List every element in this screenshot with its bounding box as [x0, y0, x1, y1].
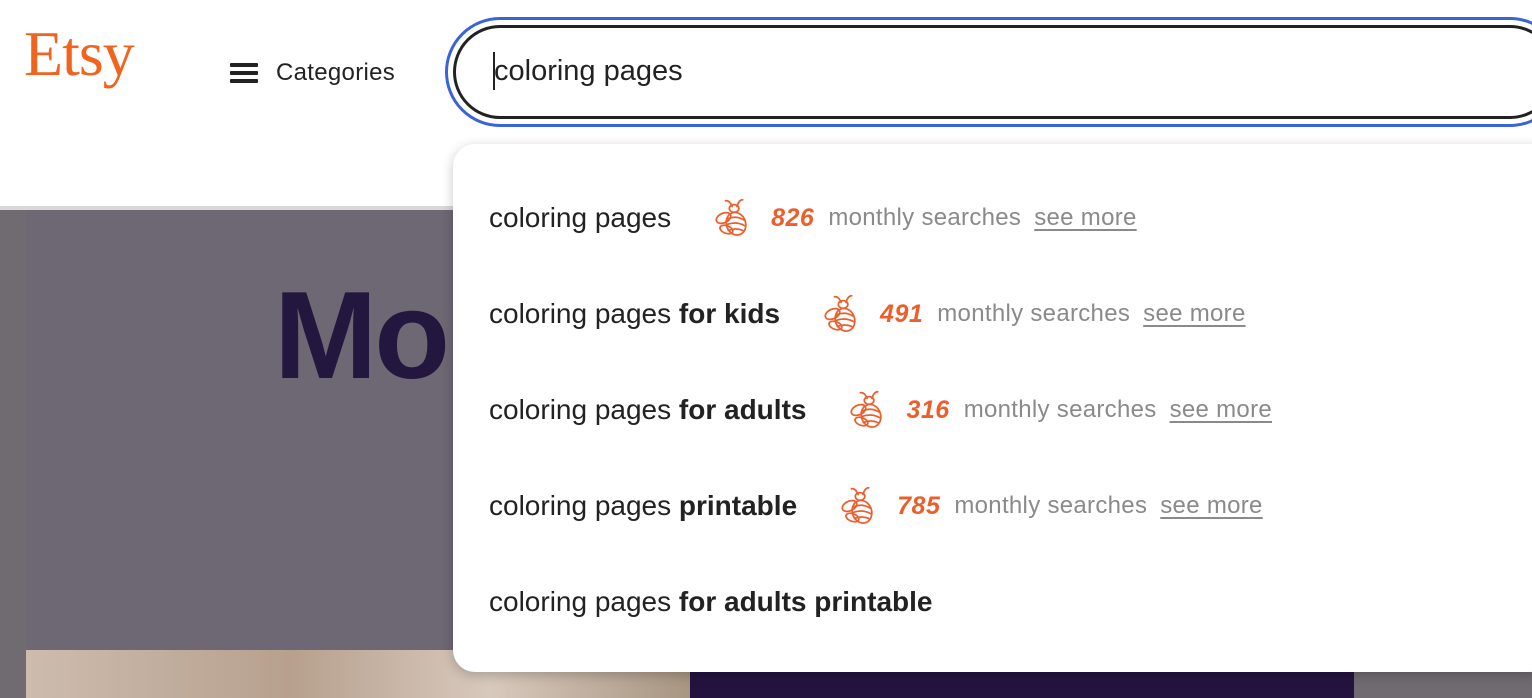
hero-heading: Mo: [274, 267, 450, 405]
page-background: [0, 210, 26, 698]
monthly-search-count: 316: [906, 395, 950, 424]
monthly-search-count: 491: [880, 299, 924, 328]
suggestion-term: coloring pages for adults: [489, 394, 807, 425]
search-suggestions-dropdown: coloring pages 826 monthly searches see …: [453, 144, 1532, 672]
suggestion-item[interactable]: coloring pages printable 785 monthly sea…: [489, 476, 1263, 536]
suggestion-item[interactable]: coloring pages for adults printable: [489, 572, 932, 632]
see-more-link[interactable]: see more: [1143, 300, 1245, 328]
monthly-search-count: 785: [897, 491, 941, 520]
bee-icon: [841, 486, 873, 524]
etsy-logo[interactable]: Etsy: [24, 22, 135, 86]
suggestion-item[interactable]: coloring pages for kids 491 monthly sear…: [489, 284, 1246, 344]
suggestion-term: coloring pages for kids: [489, 298, 781, 329]
monthly-searches-label: monthly searches: [963, 396, 1157, 423]
suggestion-term: coloring pages for adults printable: [489, 586, 933, 617]
search-input[interactable]: [494, 48, 1394, 94]
monthly-searches-label: monthly searches: [937, 300, 1131, 327]
bee-icon: [824, 294, 856, 332]
hamburger-icon: [230, 62, 258, 84]
bee-icon: [715, 198, 747, 236]
suggestion-term: coloring pages: [489, 202, 672, 233]
monthly-search-count: 826: [771, 203, 815, 232]
see-more-link[interactable]: see more: [1170, 396, 1272, 424]
search-bar: [445, 17, 1532, 127]
categories-button[interactable]: Categories: [230, 52, 395, 94]
monthly-searches-label: monthly searches: [954, 492, 1148, 519]
categories-label: Categories: [276, 59, 396, 86]
search-box: [453, 25, 1532, 119]
see-more-link[interactable]: see more: [1034, 204, 1136, 232]
bee-icon: [850, 390, 883, 428]
suggestion-item[interactable]: coloring pages for adults 316 monthly se…: [489, 380, 1272, 440]
monthly-searches-label: monthly searches: [828, 204, 1022, 231]
suggestion-item[interactable]: coloring pages 826 monthly searches see …: [489, 188, 1137, 248]
suggestion-term: coloring pages printable: [489, 490, 798, 521]
see-more-link[interactable]: see more: [1160, 492, 1262, 520]
text-caret: [493, 52, 495, 90]
